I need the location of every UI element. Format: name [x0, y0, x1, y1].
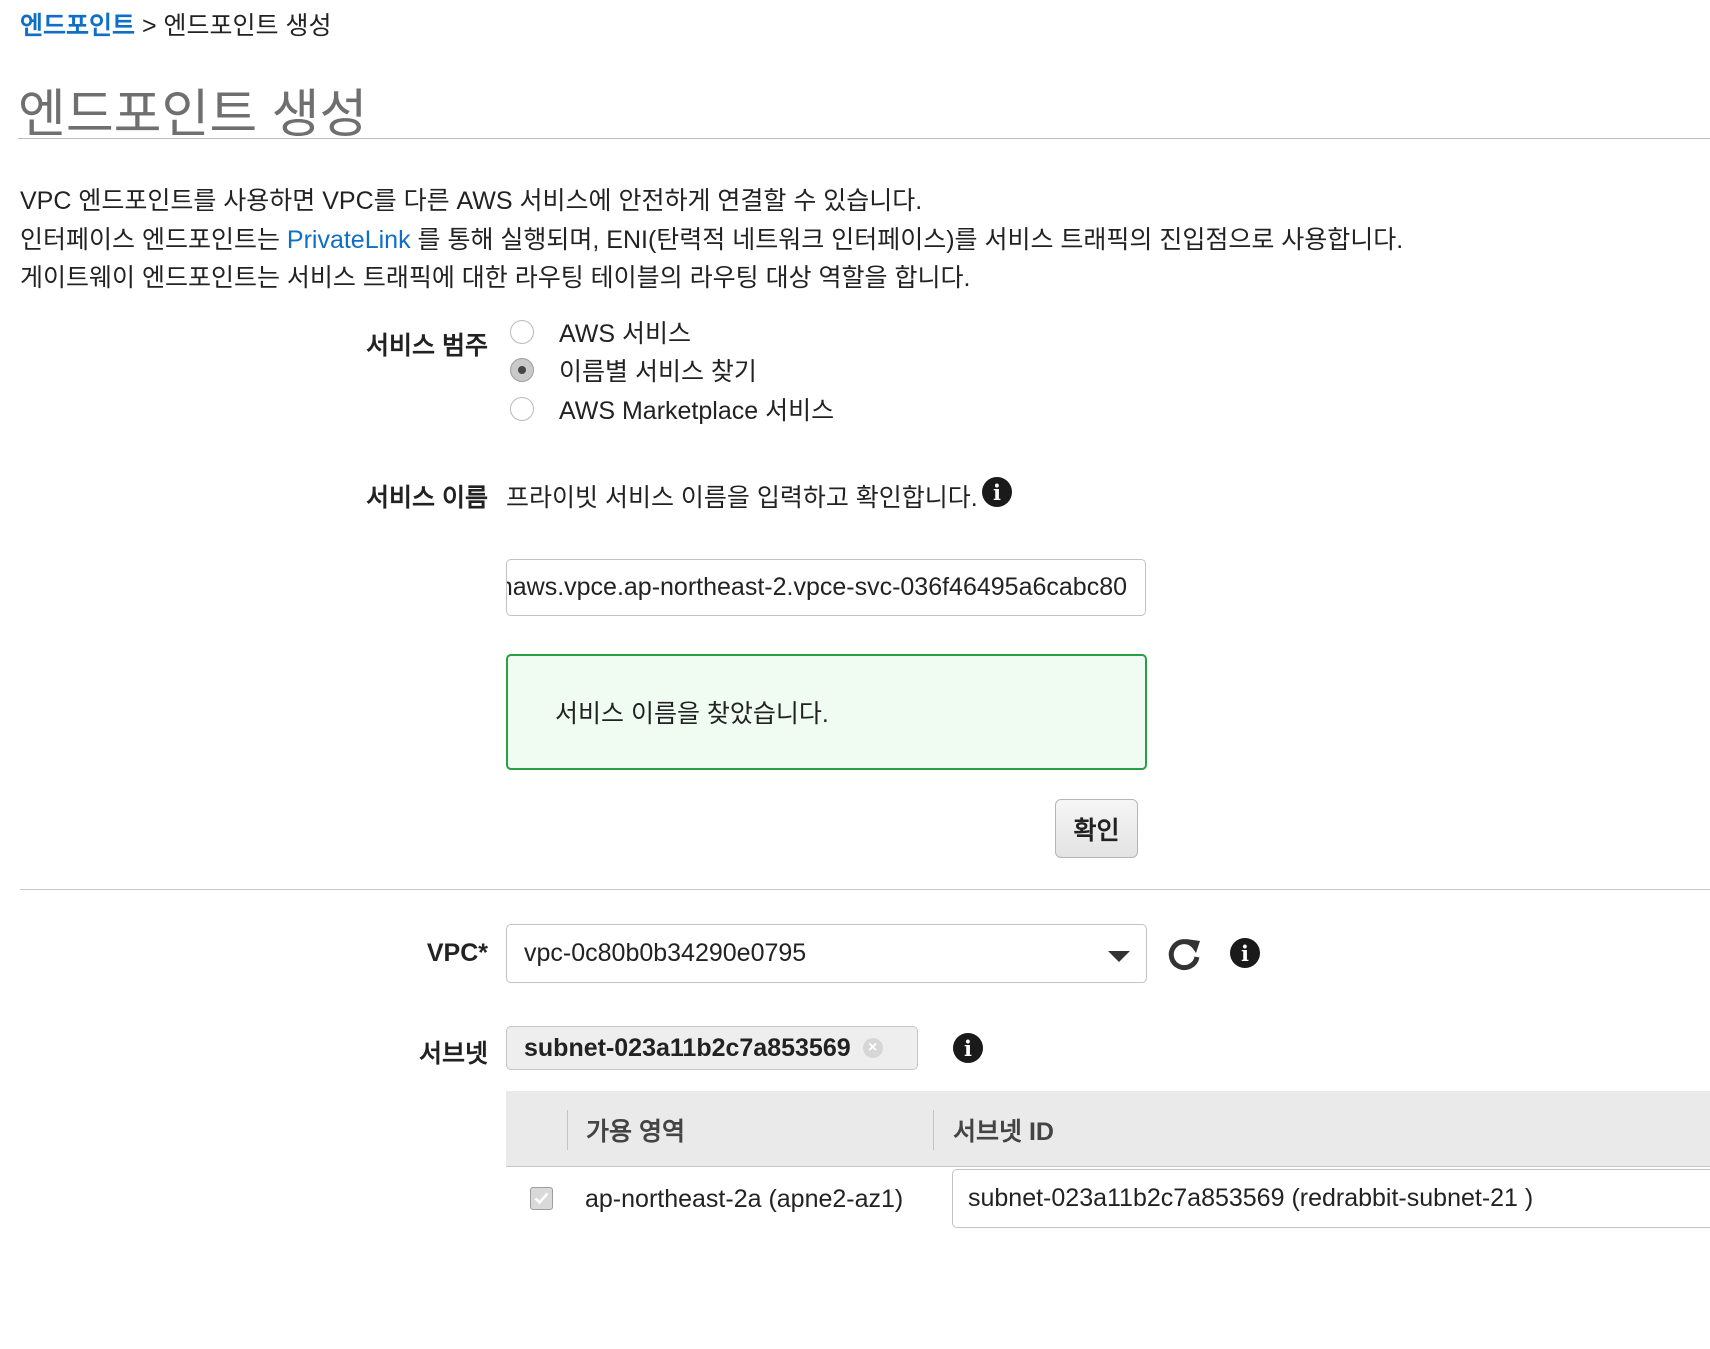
subnet-table-header	[506, 1091, 1710, 1167]
breadcrumb-link-endpoints[interactable]: 엔드포인트	[20, 12, 135, 40]
radio-button-selected[interactable]	[510, 358, 534, 382]
success-alert: 서비스 이름을 찾았습니다.	[506, 654, 1147, 770]
radio-aws-marketplace[interactable]: AWS Marketplace 서비스	[510, 392, 834, 426]
privatelink-link[interactable]: PrivateLink	[287, 226, 411, 254]
page-title: 엔드포인트 생성	[18, 86, 368, 144]
service-category-label: 서비스 범주	[366, 332, 488, 360]
chevron-down-icon	[1108, 951, 1130, 962]
description-line-1: VPC 엔드포인트를 사용하면 VPC를 다른 AWS 서비스에 안전하게 연결…	[20, 187, 923, 215]
description-line-2: 인터페이스 엔드포인트는 PrivateLink 를 통해 실행되며, ENI(…	[20, 220, 1403, 256]
radio-aws-services[interactable]: AWS 서비스	[510, 315, 691, 349]
breadcrumb: 엔드포인트 > 엔드포인트 생성	[20, 6, 331, 42]
close-icon[interactable]: ×	[862, 1038, 883, 1058]
subnet-chip: subnet-023a11b2c7a853569 ×	[506, 1026, 918, 1070]
radio-find-by-name[interactable]: 이름별 서비스 찾기	[510, 353, 757, 387]
verify-button[interactable]: 확인	[1055, 799, 1138, 858]
subnet-id-value: subnet-023a11b2c7a853569 (redrabbit-subn…	[968, 1184, 1534, 1212]
column-header-az[interactable]: 가용 영역	[586, 1112, 685, 1148]
section-divider	[20, 889, 1710, 890]
checkmark-icon	[534, 1192, 549, 1205]
radio-label: 이름별 서비스 찾기	[559, 358, 757, 386]
column-divider	[567, 1110, 568, 1150]
breadcrumb-current: 엔드포인트 생성	[163, 12, 332, 40]
az-cell: ap-northeast-2a (apne2-az1)	[585, 1185, 904, 1213]
subnet-id-select[interactable]: subnet-023a11b2c7a853569 (redrabbit-subn…	[952, 1169, 1710, 1228]
radio-label: AWS Marketplace 서비스	[559, 397, 835, 425]
subnet-chip-label: subnet-023a11b2c7a853569	[524, 1033, 851, 1062]
row-checkbox[interactable]	[530, 1187, 553, 1210]
radio-button[interactable]	[510, 320, 534, 344]
description-line-2-suffix: 를 통해 실행되며, ENI(탄력적 네트워크 인터페이스)를 서비스 트래픽의…	[410, 226, 1404, 254]
info-icon[interactable]: i	[1230, 938, 1260, 968]
service-name-hint: 프라이빗 서비스 이름을 입력하고 확인합니다.	[506, 484, 978, 512]
info-icon[interactable]: i	[982, 477, 1012, 507]
breadcrumb-separator: >	[141, 12, 157, 40]
description-line-2-prefix: 인터페이스 엔드포인트는	[20, 226, 287, 254]
service-name-input[interactable]: com.amazonaws.vpce.ap-northeast-2.vpce-s…	[506, 559, 1146, 616]
service-name-label: 서비스 이름	[366, 484, 488, 512]
title-divider	[18, 138, 1710, 139]
subnet-label: 서브넷	[418, 1040, 488, 1068]
description-line-3: 게이트웨이 엔드포인트는 서비스 트래픽에 대한 라우팅 테이블의 라우팅 대상…	[20, 264, 971, 292]
column-header-subnet-id[interactable]: 서브넷 ID	[953, 1112, 1054, 1148]
success-message: 서비스 이름을 찾았습니다.	[555, 700, 829, 728]
column-divider	[933, 1110, 934, 1150]
vpc-select[interactable]: vpc-0c80b0b34290e0795	[506, 924, 1147, 983]
vpc-select-value: vpc-0c80b0b34290e0795	[524, 939, 807, 967]
service-name-value: com.amazonaws.vpce.ap-northeast-2.vpce-s…	[507, 573, 1127, 601]
radio-label: AWS 서비스	[559, 320, 691, 348]
vpc-label: VPC*	[426, 939, 488, 967]
radio-button[interactable]	[510, 397, 534, 421]
refresh-icon[interactable]	[1164, 935, 1204, 975]
info-icon[interactable]: i	[953, 1033, 983, 1063]
